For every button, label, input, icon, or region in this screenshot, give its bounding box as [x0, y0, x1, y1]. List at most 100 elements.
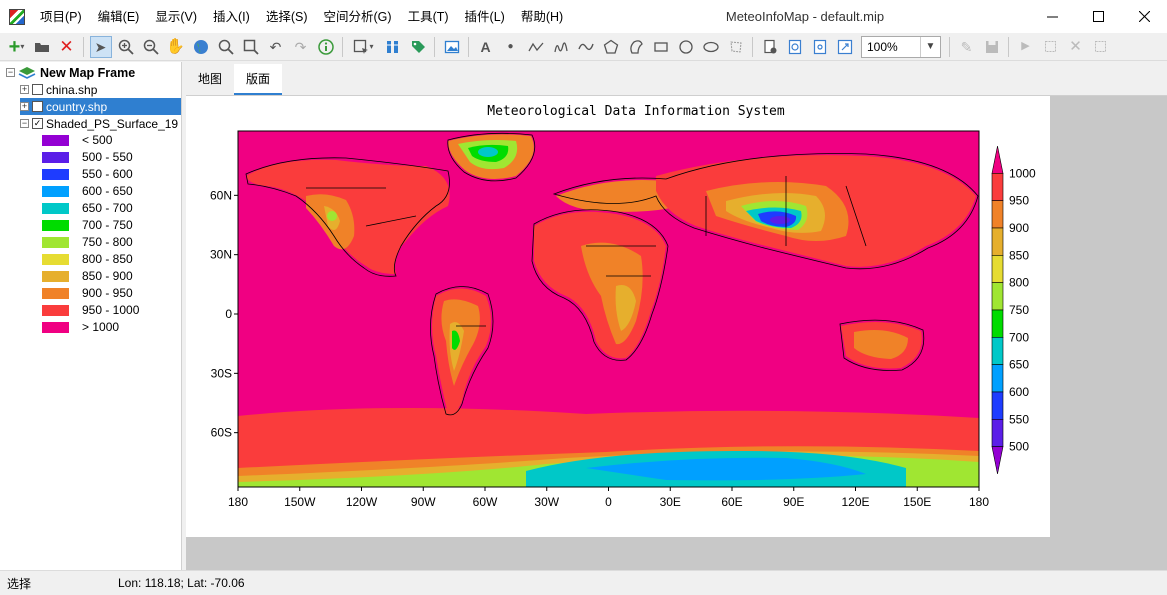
polyline-tool-button[interactable]	[525, 36, 547, 58]
legend-item[interactable]: 650 - 700	[42, 200, 133, 216]
save-edits-button[interactable]	[981, 36, 1003, 58]
legend-item[interactable]: 550 - 600	[42, 166, 133, 182]
zoom-out-button[interactable]	[140, 36, 162, 58]
edit-pointer-button[interactable]: ▶	[1015, 36, 1037, 58]
lon-tick-label: 150W	[284, 495, 316, 509]
curve-tool-button[interactable]	[575, 36, 597, 58]
delete-feature-button[interactable]: ✕	[1065, 36, 1087, 58]
text-tool-button[interactable]: A	[475, 36, 497, 58]
legend-item[interactable]: 850 - 900	[42, 268, 133, 284]
split-feature-button[interactable]	[1090, 36, 1112, 58]
legend-item[interactable]: 600 - 650	[42, 183, 133, 199]
close-button[interactable]	[1121, 0, 1167, 33]
menu-edit[interactable]: 编辑(E)	[90, 5, 148, 29]
colorbar-label: 850	[1009, 248, 1029, 262]
colorbar-segment	[991, 309, 1004, 338]
zoom-to-button[interactable]	[215, 36, 237, 58]
lon-tick-label: 180	[228, 495, 248, 509]
maximize-button[interactable]	[1075, 0, 1121, 33]
map-frame[interactable]	[238, 131, 979, 487]
layer-row-country[interactable]: + ✓ country.shp	[20, 98, 181, 115]
collapse-icon[interactable]: −	[20, 119, 29, 128]
page-setup-button[interactable]	[759, 36, 781, 58]
layout-fit-button[interactable]	[834, 36, 856, 58]
identify-button[interactable]	[315, 36, 337, 58]
pan-button[interactable]: ✋	[165, 36, 187, 58]
expand-icon[interactable]: +	[20, 85, 29, 94]
add-feature-button[interactable]	[1040, 36, 1062, 58]
full-extent-button[interactable]	[190, 36, 212, 58]
menu-project[interactable]: 项目(P)	[32, 5, 90, 29]
insert-image-button[interactable]	[441, 36, 463, 58]
toolbar-separator	[434, 36, 435, 57]
colorbar-segment	[991, 364, 1004, 393]
freehand-tool-button[interactable]	[550, 36, 572, 58]
layer-row-china[interactable]: + china.shp	[20, 81, 97, 98]
redo-button[interactable]: ↷	[290, 36, 312, 58]
tab-layout-view[interactable]: 版面	[234, 64, 283, 95]
edit-button[interactable]: ✎	[956, 36, 978, 58]
legend-item[interactable]: 700 - 750	[42, 217, 133, 233]
attribute-table-button[interactable]	[382, 36, 404, 58]
layout-zoom-in-button[interactable]	[784, 36, 806, 58]
colorbar-segment	[991, 227, 1004, 256]
info-icon	[317, 38, 334, 55]
curve-polygon-tool-button[interactable]	[625, 36, 647, 58]
chevron-down-icon[interactable]: ▼	[920, 36, 940, 57]
menu-help[interactable]: 帮助(H)	[513, 5, 571, 29]
point-tool-button[interactable]: ●	[500, 36, 522, 58]
curve-icon	[577, 43, 594, 50]
select-tool-button[interactable]: ➤	[89, 35, 112, 58]
legend-swatch	[42, 236, 69, 248]
lon-tick-label: 90W	[411, 495, 436, 509]
edit-vertices-icon	[729, 40, 742, 53]
rectangle-tool-button[interactable]	[650, 36, 672, 58]
layer-visibility-checkbox[interactable]: ✓	[32, 101, 43, 112]
layers-icon	[18, 66, 36, 79]
menu-select[interactable]: 选择(S)	[258, 5, 316, 29]
tab-map-view[interactable]: 地图	[186, 64, 234, 95]
collapse-icon[interactable]: −	[6, 68, 15, 77]
undo-button[interactable]: ↶	[265, 36, 287, 58]
page-setup-icon	[763, 39, 776, 53]
zoom-in-button[interactable]	[115, 36, 137, 58]
expand-icon[interactable]: +	[20, 102, 29, 111]
layer-visibility-checkbox[interactable]	[32, 84, 43, 95]
remove-layer-button[interactable]: ✕	[56, 36, 78, 58]
polygon-tool-button[interactable]	[600, 36, 622, 58]
minimize-button[interactable]	[1029, 0, 1075, 33]
colorbar-label: 600	[1009, 385, 1029, 399]
colorbar-segment	[991, 391, 1004, 420]
toolbar-separator	[1008, 36, 1009, 57]
label-button[interactable]	[407, 36, 429, 58]
legend-item[interactable]: 950 - 1000	[42, 302, 139, 318]
menu-plugins[interactable]: 插件(L)	[457, 5, 513, 29]
circle-tool-button[interactable]	[675, 36, 697, 58]
legend-item[interactable]: 900 - 950	[42, 285, 133, 301]
legend-item[interactable]: 500 - 550	[42, 149, 133, 165]
edit-vertices-button[interactable]	[725, 36, 747, 58]
layout-zoom-out-button[interactable]	[809, 36, 831, 58]
ellipse-tool-button[interactable]	[700, 36, 722, 58]
contour-greenland-700	[478, 147, 498, 157]
select-features-button[interactable]: ▾	[349, 36, 379, 58]
zoom-combobox[interactable]: 100% ▼	[861, 35, 941, 58]
layer-row-shaded-surface[interactable]: − ✓ Shaded_PS_Surface_19	[20, 115, 178, 132]
map-frame-row[interactable]: − New Map Frame	[6, 64, 135, 81]
open-button[interactable]	[31, 36, 53, 58]
legend-item[interactable]: > 1000	[42, 319, 119, 335]
menu-tools[interactable]: 工具(T)	[400, 5, 457, 29]
menu-insert[interactable]: 插入(I)	[205, 5, 258, 29]
menu-spatial-analysis[interactable]: 空间分析(G)	[316, 5, 400, 29]
lat-tick-label: 30N	[210, 248, 232, 262]
legend-item[interactable]: 750 - 800	[42, 234, 133, 250]
menu-view[interactable]: 显示(V)	[147, 5, 205, 29]
add-layer-button[interactable]: + ▾	[6, 36, 28, 58]
legend-item[interactable]: 800 - 850	[42, 251, 133, 267]
zoom-rectangle-button[interactable]	[240, 36, 262, 58]
pointer-icon: ➤	[94, 38, 107, 55]
lon-tick-label: 180	[969, 495, 989, 509]
legend-item[interactable]: < 500	[42, 132, 112, 148]
layer-visibility-checkbox[interactable]: ✓	[32, 118, 43, 129]
layout-canvas[interactable]: Meteorological Data Information System 1…	[186, 96, 1167, 570]
